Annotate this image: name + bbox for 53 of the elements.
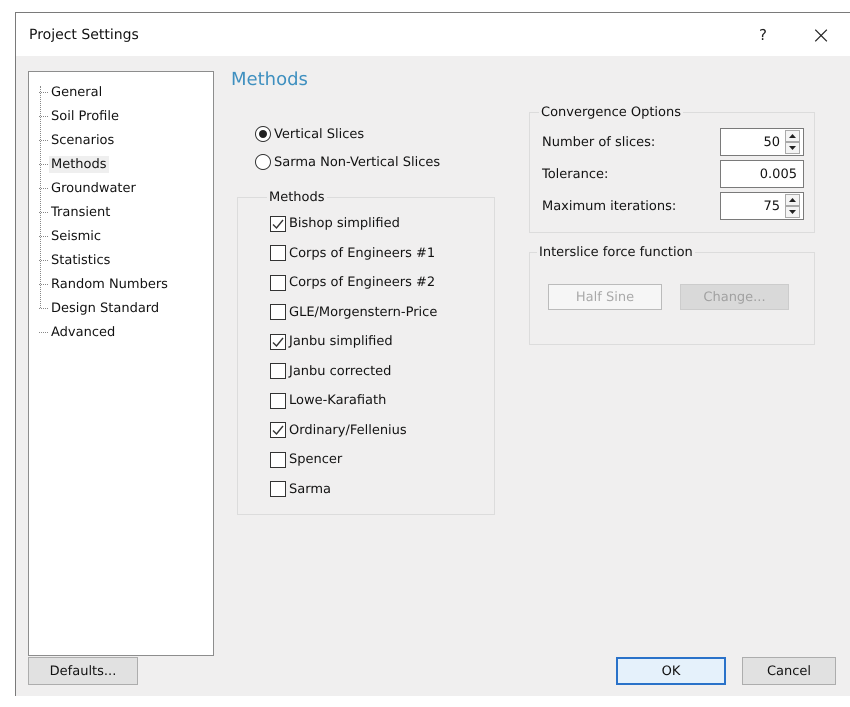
tree-item[interactable]: Random Numbers <box>49 276 170 292</box>
spinner-field[interactable]: 50 <box>720 128 804 156</box>
spin-arrows-icon[interactable] <box>785 194 800 218</box>
input-field[interactable]: 0.005 <box>720 160 804 188</box>
radio-label: Sarma Non-Vertical Slices <box>274 154 440 170</box>
checkbox[interactable] <box>270 422 286 438</box>
checkbox-label: Spencer <box>289 452 342 468</box>
cancel-button[interactable]: Cancel <box>742 657 836 685</box>
checkbox-label: GLE/Morgenstern-Price <box>289 304 438 320</box>
tree-item[interactable]: Groundwater <box>49 180 138 196</box>
radio-label: Vertical Slices <box>274 126 364 142</box>
group-title: Methods <box>268 190 326 205</box>
radio-button[interactable] <box>255 126 271 142</box>
spin-arrows-icon[interactable] <box>785 130 800 154</box>
field-label: Number of slices: <box>542 134 656 150</box>
checkbox[interactable] <box>270 304 286 320</box>
checkbox[interactable] <box>270 274 286 291</box>
checkbox-label: Bishop simplified <box>289 216 400 232</box>
close-button[interactable]: × <box>806 20 836 48</box>
checkbox[interactable] <box>270 452 286 468</box>
page-heading: Methods <box>231 69 309 90</box>
tree-item[interactable]: Design Standard <box>49 300 162 316</box>
checkbox[interactable] <box>270 334 286 350</box>
group-title: Interslice force function <box>538 245 694 260</box>
checkbox-label: Janbu simplified <box>289 334 393 350</box>
tree-item[interactable]: General <box>49 84 104 100</box>
radio-button[interactable] <box>255 154 271 170</box>
tree-item[interactable]: Advanced <box>49 324 118 340</box>
checkbox[interactable] <box>270 216 286 232</box>
checkbox[interactable] <box>270 245 286 262</box>
tree-item[interactable]: Statistics <box>49 252 112 268</box>
checkbox-label: Sarma <box>289 482 331 497</box>
checkbox[interactable] <box>270 392 286 409</box>
help-button[interactable]: ? <box>748 26 778 44</box>
field-label: Tolerance: <box>542 166 608 182</box>
checkbox-label: Corps of Engineers #1 <box>289 246 436 261</box>
spinner-field[interactable]: 75 <box>720 192 804 220</box>
checkbox-label: Janbu corrected <box>289 364 392 379</box>
checkbox-label: Lowe-Karafiath <box>289 393 386 408</box>
checkbox[interactable] <box>270 481 286 498</box>
group-title: Convergence Options <box>540 105 682 120</box>
window-title: Project Settings <box>29 26 140 42</box>
tree-item[interactable]: Methods <box>49 156 109 172</box>
tree-item[interactable]: Seismic <box>49 228 104 244</box>
checkbox-label: Ordinary/Fellenius <box>289 422 407 438</box>
ok-button[interactable]: OK <box>616 657 726 685</box>
tree-item[interactable]: Scenarios <box>49 132 116 148</box>
checkbox-label: Corps of Engineers #2 <box>289 275 436 290</box>
defaults-button[interactable]: Defaults... <box>28 657 138 685</box>
checkbox[interactable] <box>270 363 286 380</box>
tree-item[interactable]: Transient <box>49 204 112 220</box>
tree-item[interactable]: Soil Profile <box>49 108 121 124</box>
field-label: Maximum iterations: <box>542 198 676 214</box>
